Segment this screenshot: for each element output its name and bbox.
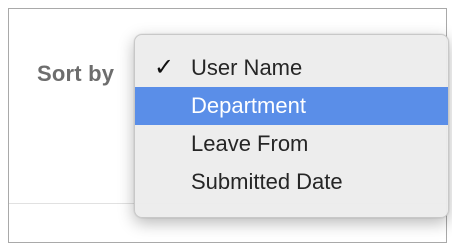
sort-option-label: Submitted Date	[191, 169, 343, 194]
sort-option-leave-from[interactable]: Leave From	[135, 125, 448, 163]
check-icon: ✓	[153, 54, 175, 81]
sort-option-department[interactable]: Department	[135, 87, 448, 125]
sort-option-label: User Name	[191, 55, 303, 80]
sort-option-submitted-date[interactable]: Submitted Date	[135, 163, 448, 201]
sort-by-label: Sort by	[37, 61, 115, 86]
sort-dropdown-menu[interactable]: ✓ User Name Department Leave From Submit…	[134, 34, 449, 218]
sort-option-label: Department	[191, 93, 306, 118]
sort-option-user-name[interactable]: ✓ User Name	[135, 49, 448, 87]
sort-option-label: Leave From	[191, 131, 309, 156]
